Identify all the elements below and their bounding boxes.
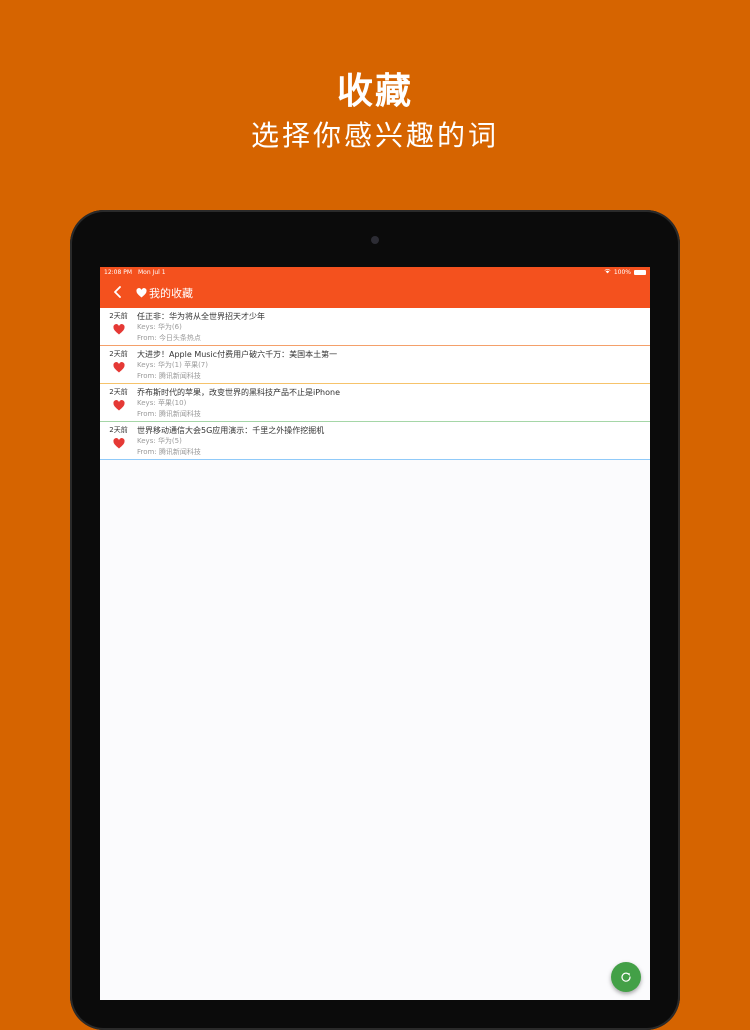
item-source: From: 腾讯新闻科技 [137, 372, 201, 380]
item-keys: Keys: 苹果(10) [137, 399, 187, 407]
item-title: 世界移动通信大会5G应用演示：千里之外操作挖掘机 [137, 426, 325, 435]
item-source: From: 腾讯新闻科技 [137, 410, 201, 418]
heart-icon[interactable] [112, 362, 125, 373]
status-date: Mon Jul 1 [138, 268, 166, 276]
item-keys: Keys: 华为(1) 苹果(7) [137, 361, 208, 369]
heart-icon[interactable] [112, 438, 125, 449]
list-item[interactable]: 2天前 乔布斯时代的苹果，改变世界的黑科技产品不止是iPhone Keys: 苹… [100, 384, 650, 422]
item-keys: Keys: 华为(5) [137, 437, 182, 445]
chevron-left-icon [113, 283, 123, 302]
item-time: 2天前 [109, 312, 128, 320]
page-title: 我的收藏 [149, 286, 193, 300]
app-screen: 12:08 PM Mon Jul 1 100% 我的收藏 2天前 任正非：华为将… [100, 267, 650, 1000]
list-item[interactable]: 2天前 任正非：华为将从全世界招天才少年 Keys: 华为(6) From: 今… [100, 308, 650, 346]
wifi-icon [604, 268, 611, 276]
status-time: 12:08 PM [104, 268, 132, 276]
item-time: 2天前 [109, 350, 128, 358]
item-time: 2天前 [109, 426, 128, 434]
refresh-button[interactable] [611, 962, 641, 992]
item-keys: Keys: 华为(6) [137, 323, 182, 331]
status-bar: 12:08 PM Mon Jul 1 100% [100, 267, 650, 277]
battery-icon [634, 269, 646, 275]
camera-dot [371, 236, 379, 244]
list-item[interactable]: 2天前 大进步！Apple Music付费用户破六千万：美国本土第一 Keys:… [100, 346, 650, 384]
back-button[interactable] [100, 277, 136, 308]
list-item[interactable]: 2天前 世界移动通信大会5G应用演示：千里之外操作挖掘机 Keys: 华为(5)… [100, 422, 650, 460]
promo-title: 收藏 [336, 71, 413, 112]
item-title: 大进步！Apple Music付费用户破六千万：美国本土第一 [137, 350, 338, 359]
battery-percent: 100% [613, 268, 631, 276]
item-source: From: 腾讯新闻科技 [137, 448, 201, 456]
item-title: 任正非：华为将从全世界招天才少年 [137, 312, 265, 321]
favorites-list: 2天前 任正非：华为将从全世界招天才少年 Keys: 华为(6) From: 今… [100, 308, 650, 460]
heart-icon[interactable] [112, 324, 125, 335]
heart-icon [136, 287, 147, 298]
promo-subtitle: 选择你感兴趣的词 [250, 119, 499, 152]
item-source: From: 今日头条热点 [137, 334, 201, 342]
app-bar: 我的收藏 [100, 277, 650, 308]
heart-icon[interactable] [112, 400, 125, 411]
item-time: 2天前 [109, 388, 128, 396]
refresh-icon [620, 968, 632, 987]
item-title: 乔布斯时代的苹果，改变世界的黑科技产品不止是iPhone [137, 388, 341, 397]
